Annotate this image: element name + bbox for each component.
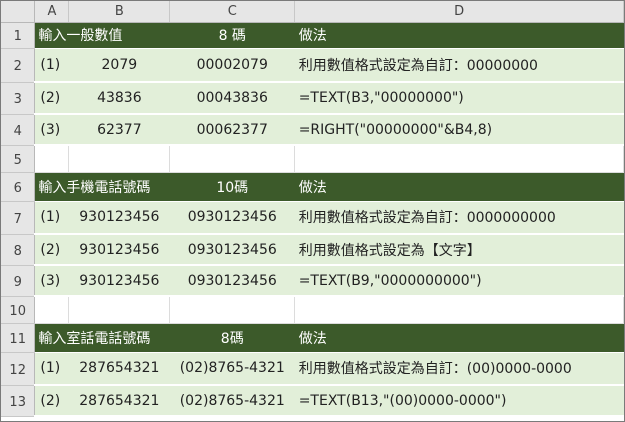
cell-a[interactable]: (3) [34, 114, 69, 146]
table-row: 5 [1, 145, 624, 173]
cell-c[interactable] [169, 296, 296, 324]
table-row: 11 輸入室話電話號碼 8碼 做法 [1, 323, 624, 353]
cell-d[interactable]: =RIGHT("00000000"&B4,8) [294, 114, 624, 146]
cell-b[interactable]: 43836 [68, 82, 170, 115]
cell-d[interactable]: 利用數值格式設定為自訂：0000000000 [294, 201, 624, 235]
cell-b[interactable] [68, 145, 171, 173]
cell-c[interactable]: 0930123456 [169, 201, 295, 235]
row-header[interactable]: 3 [1, 82, 36, 115]
row-header[interactable]: 5 [1, 145, 36, 173]
header-cell-d[interactable]: 做法 [294, 323, 624, 353]
row-header[interactable]: 1 [1, 22, 36, 49]
table-row: 10 [1, 296, 624, 324]
cell-b[interactable]: 930123456 [68, 234, 170, 266]
cell-d[interactable]: 利用數值格式設定為自訂：00000000 [294, 48, 624, 83]
cell-b[interactable] [68, 296, 171, 324]
header-cell-c[interactable]: 8 碼 [169, 22, 295, 49]
header-cell-c[interactable]: 8碼 [169, 323, 295, 353]
table-row: 4 (3) 62377 00062377 =RIGHT("00000000"&B4,8) [1, 114, 624, 146]
row-header[interactable]: 12 [1, 352, 36, 386]
column-header-row: A B C D [1, 1, 624, 23]
cell-a[interactable]: (1) [34, 352, 69, 386]
row-header[interactable]: 8 [1, 234, 36, 266]
column-header-b[interactable]: B [68, 1, 171, 23]
cell-b[interactable]: 930123456 [68, 201, 170, 235]
table-row: 13 (2) 287654321 (02)8765-4321 =TEXT(B13,"(0… [1, 385, 624, 417]
row-header[interactable]: 7 [1, 201, 36, 235]
cell-a[interactable]: (2) [34, 82, 69, 115]
cell-d[interactable]: =TEXT(B9,"0000000000") [294, 265, 624, 297]
select-all-corner[interactable] [1, 1, 36, 23]
row-header[interactable]: 9 [1, 265, 36, 297]
table-row: 2 (1) 2079 00002079 利用數值格式設定為自訂：00000000 [1, 48, 624, 83]
spreadsheet-window: A B C D 1 輸入一般數值 8 碼做法 2 (1) 2079 00002079 利用數值… [0, 0, 625, 422]
cell-b[interactable]: 2079 [68, 48, 170, 83]
cell-a[interactable]: (1) [34, 201, 69, 235]
column-header-d[interactable]: D [294, 1, 624, 23]
header-cell-d[interactable]: 做法 [294, 172, 624, 202]
cell-d[interactable]: =TEXT(B13,"(00)0000-0000") [294, 385, 624, 417]
cell-a[interactable] [34, 296, 70, 324]
table-row: 1 輸入一般數值 8 碼做法 [1, 22, 624, 49]
section-title-cell[interactable]: 輸入室話電話號碼 [34, 323, 170, 353]
cell-d[interactable]: 利用數值格式設定為【文字】 [294, 234, 624, 266]
row-header[interactable]: 10 [1, 296, 36, 324]
table-row: 9 (3) 930123456 0930123456 =TEXT(B9,"0000000… [1, 265, 624, 297]
header-cell-d[interactable]: 做法 [294, 22, 624, 49]
section-title-cell[interactable]: 輸入一般數值 [34, 22, 170, 49]
column-header-c[interactable]: C [169, 1, 296, 23]
row-header[interactable]: 13 [1, 385, 36, 417]
table-row: 8 (2) 930123456 0930123456 利用數值格式設定為【文字】 [1, 234, 624, 266]
section-title-cell[interactable]: 輸入手機電話號碼 [34, 172, 170, 202]
table-row: 7 (1) 930123456 0930123456 利用數值格式設定為自訂：00000… [1, 201, 624, 235]
cell-b[interactable]: 287654321 [68, 385, 170, 417]
row-header[interactable]: 2 [1, 48, 36, 83]
cell-c[interactable]: (02)8765-4321 [169, 352, 295, 386]
table-row: 3 (2) 43836 00043836 =TEXT(B3,"00000000") [1, 82, 624, 115]
cell-d[interactable]: =TEXT(B3,"00000000") [294, 82, 624, 115]
cell-d[interactable] [294, 296, 624, 324]
spreadsheet-grid: A B C D 1 輸入一般數值 8 碼做法 2 (1) 2079 00002079 利用數值… [1, 1, 624, 417]
cell-c[interactable]: 00043836 [169, 82, 295, 115]
cell-c[interactable]: 0930123456 [169, 234, 295, 266]
cell-a[interactable]: (3) [34, 265, 69, 297]
cell-c[interactable]: (02)8765-4321 [169, 385, 295, 417]
cell-b[interactable]: 930123456 [68, 265, 170, 297]
table-row: 12 (1) 287654321 (02)8765-4321 利用數值格式設定為自訂：(… [1, 352, 624, 386]
cell-c[interactable] [169, 145, 296, 173]
cell-b[interactable]: 62377 [68, 114, 170, 146]
cell-c[interactable]: 0930123456 [169, 265, 295, 297]
cell-a[interactable]: (1) [34, 48, 69, 83]
row-header[interactable]: 11 [1, 323, 36, 353]
header-cell-c[interactable]: 10碼 [169, 172, 295, 202]
column-header-a[interactable]: A [34, 1, 70, 23]
cell-a[interactable]: (2) [34, 385, 69, 417]
cell-b[interactable]: 287654321 [68, 352, 170, 386]
grid-body: 1 輸入一般數值 8 碼做法 2 (1) 2079 00002079 利用數值格式設定為自訂：… [1, 22, 624, 417]
cell-c[interactable]: 00062377 [169, 114, 295, 146]
cell-d[interactable] [294, 145, 624, 173]
cell-d[interactable]: 利用數值格式設定為自訂：(00)0000-0000 [294, 352, 624, 386]
table-row: 6 輸入手機電話號碼 10碼 做法 [1, 172, 624, 202]
cell-a[interactable] [34, 145, 70, 173]
row-header[interactable]: 6 [1, 172, 36, 202]
cell-a[interactable]: (2) [34, 234, 69, 266]
row-header[interactable]: 4 [1, 114, 36, 146]
cell-c[interactable]: 00002079 [169, 48, 295, 83]
